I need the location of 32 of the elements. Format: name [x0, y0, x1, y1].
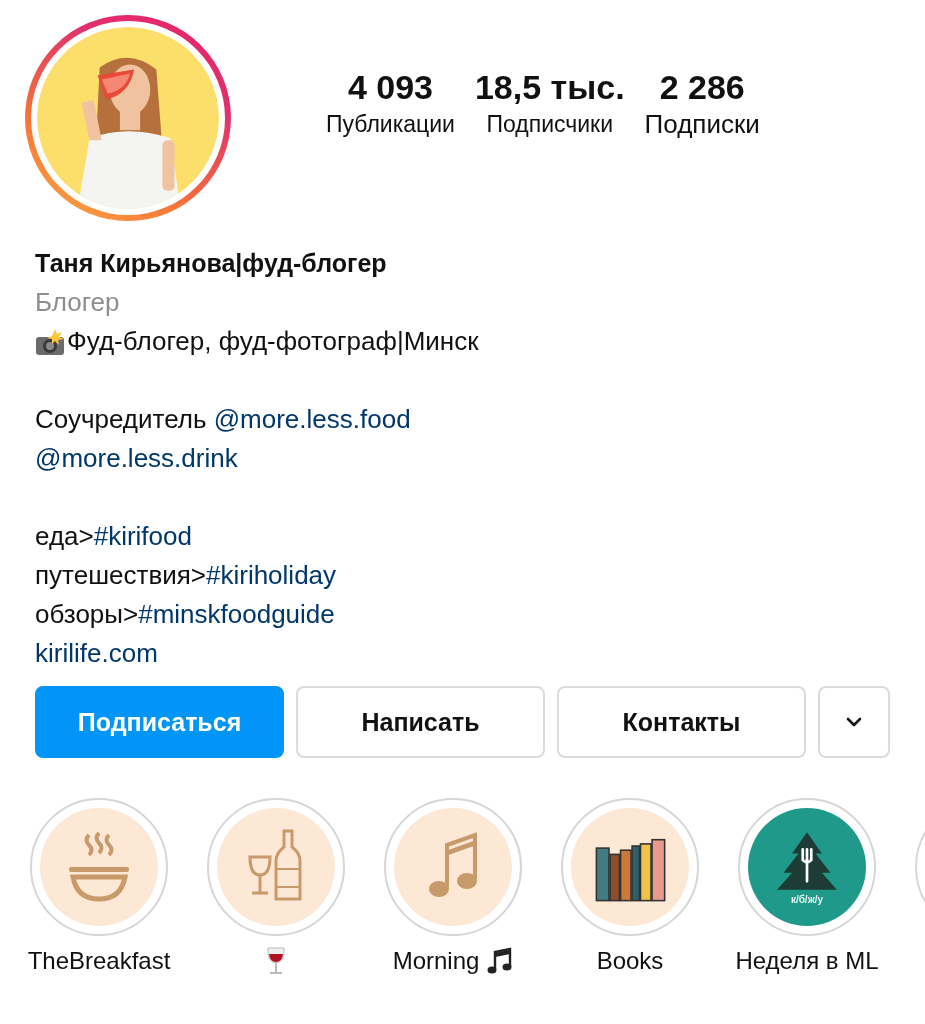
bio-text: Фуд-блогер, фуд-фотограф|Минск — [67, 326, 479, 356]
dropdown-button[interactable] — [818, 686, 890, 758]
bio-text: путешествия> — [35, 560, 206, 590]
bio-text: еда> — [35, 521, 94, 551]
stat-label: Подписчики — [486, 110, 614, 139]
profile-category: Блогер — [35, 286, 121, 319]
stat-label: Подписки — [644, 108, 760, 140]
highlight-label[interactable]: Неделя в ML — [735, 947, 879, 975]
bio-link[interactable]: #kirifood — [93, 521, 192, 551]
cover-caption: к/б/ж/у — [790, 893, 824, 905]
bio-link[interactable]: kirilife.com — [35, 638, 158, 668]
camera-flash-icon — [35, 327, 65, 356]
bio-link[interactable]: @more.less.food — [213, 404, 411, 434]
stat-count: 4 093 — [347, 67, 433, 108]
highlight-label[interactable]: TheBreakfast — [27, 947, 171, 975]
highlight-label[interactable]: Morning — [392, 947, 480, 975]
highlight-cover[interactable] — [561, 798, 699, 936]
stat-count: 2 286 — [659, 67, 745, 108]
profile-button[interactable]: Написать — [296, 686, 545, 758]
profile-name: Таня Кирьянова|фуд-блогер — [35, 248, 388, 279]
highlight-label[interactable]: Books — [596, 947, 664, 975]
bio-text: Соучредитель — [35, 404, 208, 434]
chevron-down-icon — [845, 716, 863, 728]
bio-text: обзоры> — [35, 599, 139, 629]
bio-link[interactable]: @more.less.drink — [35, 443, 238, 473]
stat-label: Публикации — [326, 110, 455, 139]
stat-count: 18,5 тыс. — [474, 67, 625, 108]
profile-button[interactable]: Контакты — [557, 686, 806, 758]
bio-link[interactable]: #kiriholiday — [206, 560, 337, 590]
music-notes-icon — [487, 947, 514, 975]
bio-link[interactable]: #minskfoodguide — [138, 599, 335, 629]
wine-glass-icon — [265, 946, 287, 976]
